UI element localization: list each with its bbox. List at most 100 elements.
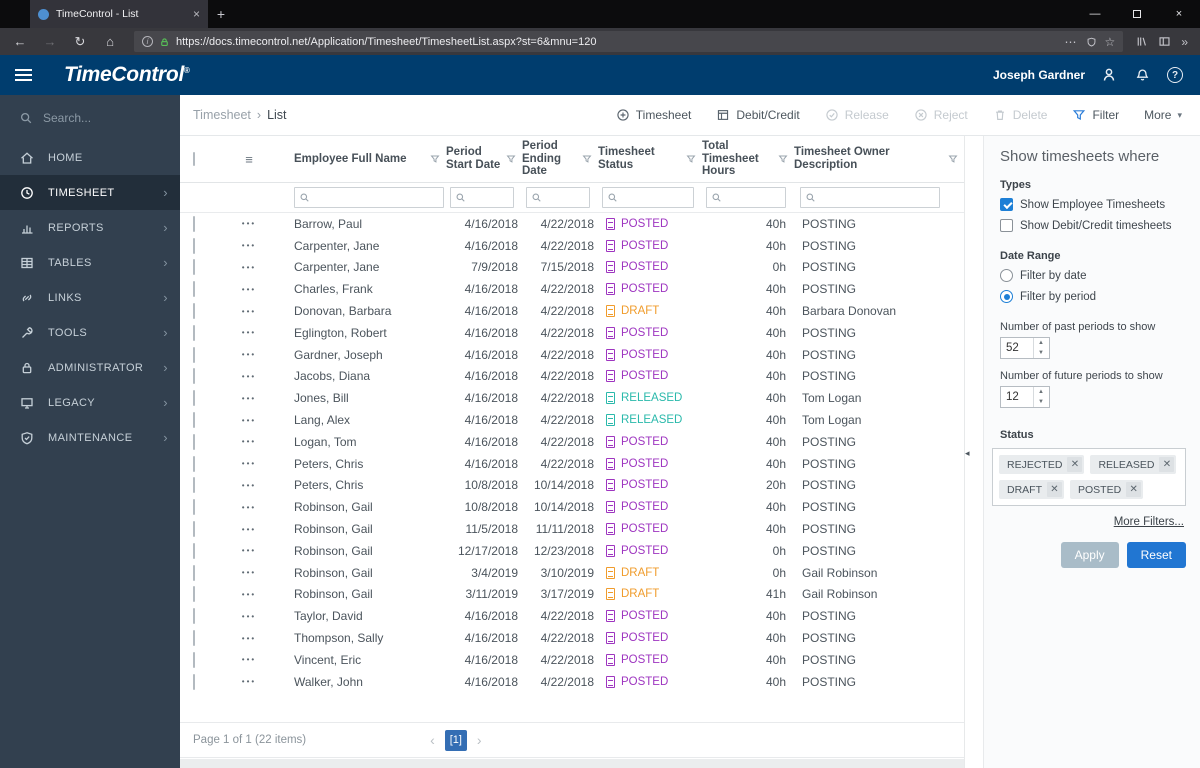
menu-hamburger-icon[interactable]	[0, 55, 46, 95]
reject-button[interactable]: Reject	[914, 108, 968, 122]
shield-icon[interactable]	[1086, 36, 1097, 48]
more-filters-link[interactable]: More Filters...	[992, 516, 1184, 528]
sidebar-item-timesheet[interactable]: TIMESHEET ›	[0, 175, 180, 210]
row-checkbox[interactable]	[193, 215, 195, 232]
column-menu-icon[interactable]: ≡	[224, 152, 274, 167]
row-actions-icon[interactable]: •••	[224, 307, 274, 316]
chip-remove-icon[interactable]: ✕	[1047, 482, 1062, 497]
row-actions-icon[interactable]: •••	[224, 503, 274, 512]
row-checkbox[interactable]	[193, 564, 195, 581]
future-periods-input[interactable]	[1001, 387, 1033, 407]
window-minimize-button[interactable]: —	[1074, 0, 1116, 28]
row-checkbox[interactable]	[193, 346, 195, 363]
table-row[interactable]: ••• Lang, Alex 4/16/2018 4/22/2018 RELEA…	[180, 409, 964, 431]
table-row[interactable]: ••• Peters, Chris 4/16/2018 4/22/2018 PO…	[180, 453, 964, 475]
sidebar-item-links[interactable]: LINKS ›	[0, 280, 180, 315]
show-debit-credit-option[interactable]: Show Debit/Credit timesheets	[1000, 219, 1186, 232]
sidebar-search[interactable]: Search...	[0, 95, 180, 140]
table-row[interactable]: ••• Jones, Bill 4/16/2018 4/22/2018 RELE…	[180, 387, 964, 409]
table-row[interactable]: ••• Walker, John 4/16/2018 4/22/2018 POS…	[180, 671, 964, 693]
filter-by-date-option[interactable]: Filter by date	[1000, 269, 1186, 282]
chip-remove-icon[interactable]: ✕	[1067, 457, 1083, 472]
new-tab-button[interactable]: +	[208, 0, 234, 28]
window-maximize-button[interactable]	[1116, 0, 1158, 28]
back-button[interactable]: ←	[8, 31, 32, 53]
radio-unselected[interactable]	[1000, 269, 1013, 282]
row-actions-icon[interactable]: •••	[224, 612, 274, 621]
row-checkbox[interactable]	[193, 390, 195, 407]
help-icon[interactable]: ?	[1166, 66, 1184, 84]
table-row[interactable]: ••• Robinson, Gail 12/17/2018 12/23/2018…	[180, 540, 964, 562]
table-row[interactable]: ••• Eglington, Robert 4/16/2018 4/22/201…	[180, 322, 964, 344]
row-actions-icon[interactable]: •••	[224, 590, 274, 599]
sidebar-item-legacy[interactable]: LEGACY ›	[0, 385, 180, 420]
filter-funnel-icon[interactable]	[503, 154, 516, 164]
row-checkbox[interactable]	[193, 608, 195, 625]
row-checkbox[interactable]	[193, 673, 195, 690]
browser-tab[interactable]: TimeControl - List ×	[30, 0, 208, 28]
filter-input-employee-name[interactable]	[294, 187, 444, 208]
filter-button[interactable]: Filter	[1072, 108, 1119, 122]
notifications-bell-icon[interactable]	[1133, 66, 1151, 84]
row-actions-icon[interactable]: •••	[224, 416, 274, 425]
row-actions-icon[interactable]: •••	[224, 634, 274, 643]
url-text[interactable]: https://docs.timecontrol.net/Application…	[176, 36, 1059, 48]
reset-button[interactable]: Reset	[1126, 542, 1186, 568]
home-button[interactable]: ⌂	[98, 31, 122, 53]
filter-funnel-icon[interactable]	[579, 154, 592, 164]
table-row[interactable]: ••• Robinson, Gail 10/8/2018 10/14/2018 …	[180, 496, 964, 518]
radio-selected[interactable]	[1000, 290, 1013, 303]
spinner-up-icon[interactable]: ▲	[1034, 338, 1048, 348]
table-row[interactable]: ••• Robinson, Gail 3/4/2019 3/10/2019 DR…	[180, 562, 964, 584]
sidebar-item-administrator[interactable]: ADMINISTRATOR ›	[0, 350, 180, 385]
table-row[interactable]: ••• Gardner, Joseph 4/16/2018 4/22/2018 …	[180, 344, 964, 366]
row-actions-icon[interactable]: •••	[224, 677, 274, 686]
row-actions-icon[interactable]: •••	[224, 394, 274, 403]
row-actions-icon[interactable]: •••	[224, 437, 274, 446]
row-actions-icon[interactable]: •••	[224, 459, 274, 468]
row-checkbox[interactable]	[193, 499, 195, 516]
reload-button[interactable]: ↻	[68, 31, 92, 53]
forward-button[interactable]: →	[38, 31, 62, 53]
panel-collapse-handle[interactable]: ◂	[965, 448, 970, 459]
row-checkbox[interactable]	[193, 259, 195, 276]
row-actions-icon[interactable]: •••	[224, 481, 274, 490]
more-button[interactable]: More ▾	[1144, 108, 1182, 122]
sidebar-item-maintenance[interactable]: MAINTENANCE ›	[0, 420, 180, 455]
table-row[interactable]: ••• Robinson, Gail 3/11/2019 3/17/2019 D…	[180, 584, 964, 606]
table-row[interactable]: ••• Barrow, Paul 4/16/2018 4/22/2018 POS…	[180, 213, 964, 235]
row-actions-icon[interactable]: •••	[224, 372, 274, 381]
page-actions-icon[interactable]: ⋯	[1065, 35, 1078, 49]
row-actions-icon[interactable]: •••	[224, 285, 274, 294]
timesheet-button[interactable]: Timesheet	[616, 108, 691, 122]
row-checkbox[interactable]	[193, 455, 195, 472]
table-row[interactable]: ••• Logan, Tom 4/16/2018 4/22/2018 POSTE…	[180, 431, 964, 453]
table-row[interactable]: ••• Charles, Frank 4/16/2018 4/22/2018 P…	[180, 278, 964, 300]
bookmark-star-icon[interactable]: ☆	[1105, 35, 1116, 49]
row-checkbox[interactable]	[193, 630, 195, 647]
row-checkbox[interactable]	[193, 303, 195, 320]
debit-credit-button[interactable]: Debit/Credit	[716, 108, 800, 122]
checkbox-unchecked[interactable]	[1000, 219, 1013, 232]
row-checkbox[interactable]	[193, 586, 195, 603]
row-checkbox[interactable]	[193, 521, 195, 538]
past-periods-input[interactable]	[1001, 338, 1033, 358]
show-employee-timesheets-option[interactable]: Show Employee Timesheets	[1000, 198, 1186, 211]
table-row[interactable]: ••• Carpenter, Jane 4/16/2018 4/22/2018 …	[180, 235, 964, 257]
row-checkbox[interactable]	[193, 412, 195, 429]
row-checkbox[interactable]	[193, 542, 195, 559]
row-actions-icon[interactable]: •••	[224, 328, 274, 337]
sidebar-item-reports[interactable]: REPORTS ›	[0, 210, 180, 245]
row-checkbox[interactable]	[193, 368, 195, 385]
table-row[interactable]: ••• Thompson, Sally 4/16/2018 4/22/2018 …	[180, 627, 964, 649]
breadcrumb-section[interactable]: Timesheet	[193, 108, 251, 122]
overflow-menu-icon[interactable]: »	[1181, 35, 1188, 49]
user-icon[interactable]	[1100, 66, 1118, 84]
sidebar-toggle-icon[interactable]	[1158, 35, 1171, 48]
row-actions-icon[interactable]: •••	[224, 219, 274, 228]
filter-funnel-icon[interactable]	[683, 154, 696, 164]
spinner-down-icon[interactable]: ▼	[1034, 397, 1048, 407]
sidebar-item-tables[interactable]: TABLES ›	[0, 245, 180, 280]
release-button[interactable]: Release	[825, 108, 889, 122]
select-all-checkbox[interactable]	[193, 152, 195, 166]
